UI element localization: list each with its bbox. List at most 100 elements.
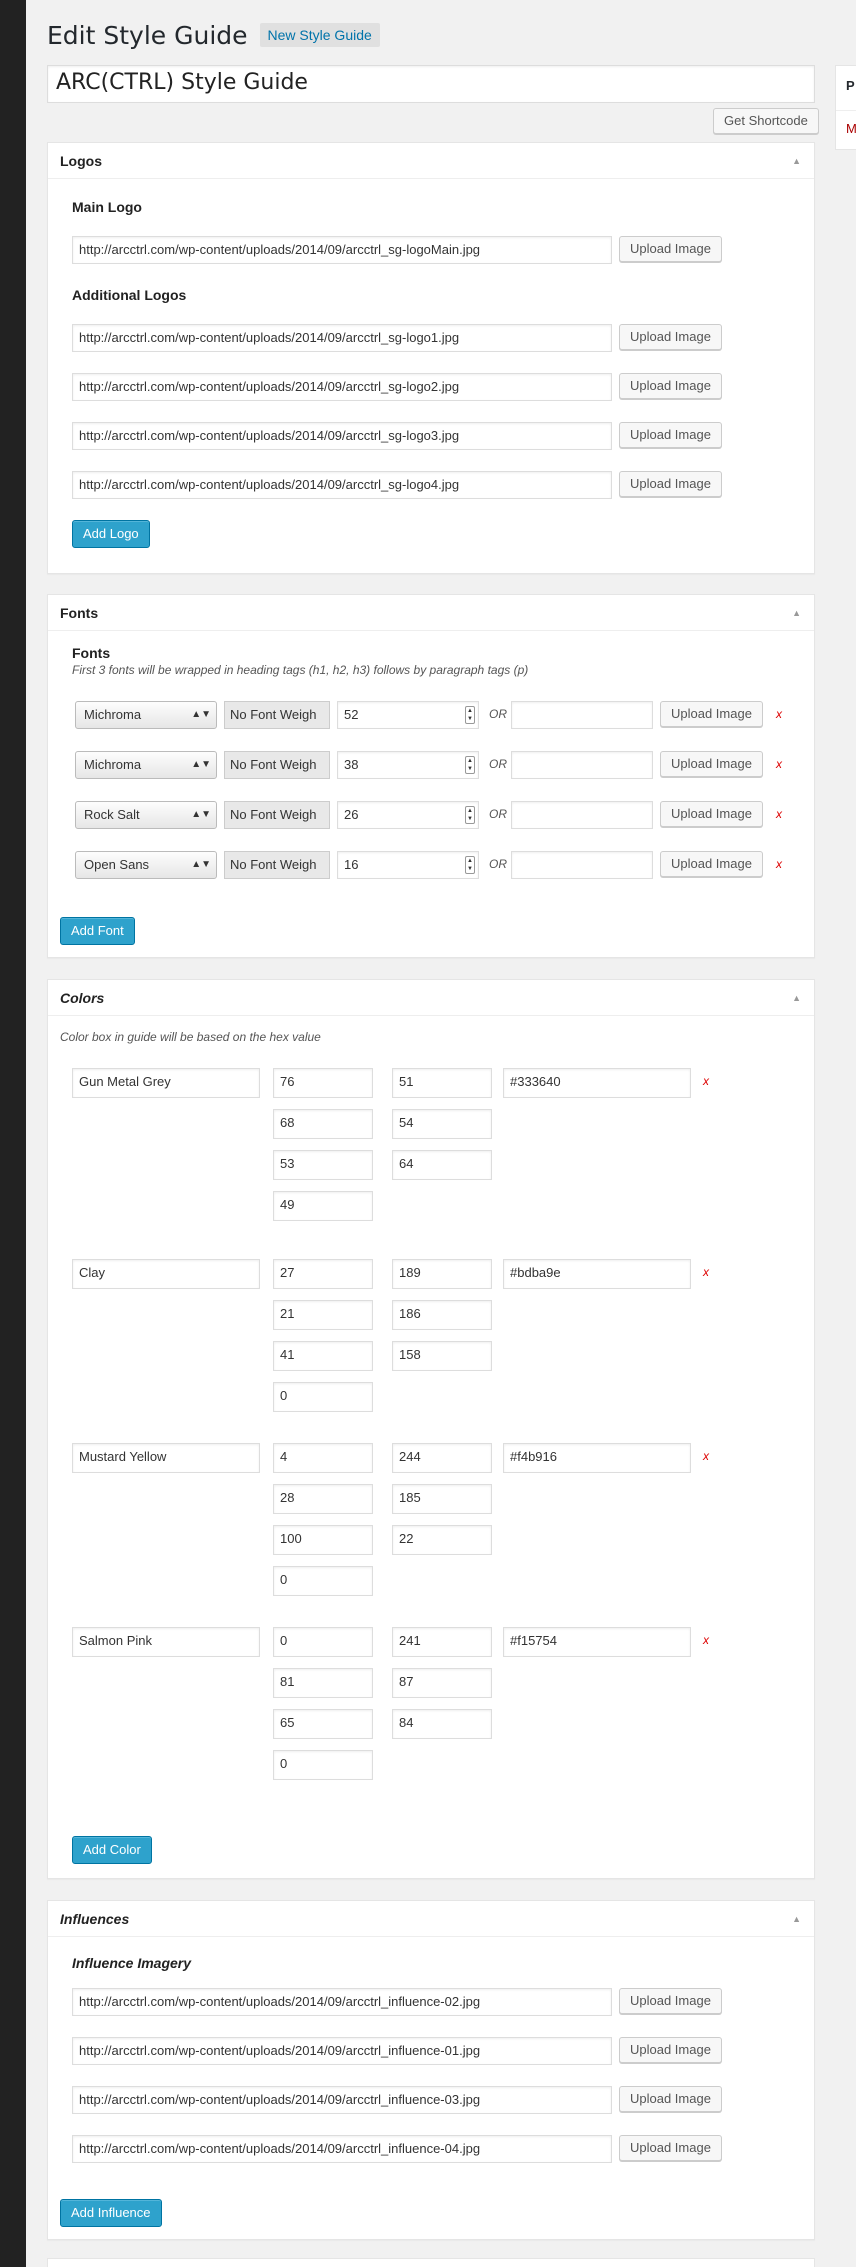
rgb-r-input-4[interactable]: 241: [392, 1627, 492, 1657]
cmyk-k-input-3[interactable]: 0: [273, 1566, 373, 1596]
logo-url-input-2[interactable]: http://arcctrl.com/wp-content/uploads/20…: [72, 373, 612, 401]
logo-upload-button-2[interactable]: Upload Image: [619, 373, 722, 399]
logo-url-input-1[interactable]: http://arcctrl.com/wp-content/uploads/20…: [72, 324, 612, 352]
logo-upload-button-3[interactable]: Upload Image: [619, 422, 722, 448]
remove-font-button-4[interactable]: x: [776, 857, 782, 871]
remove-color-button-2[interactable]: x: [703, 1265, 709, 1279]
main-logo-url-input[interactable]: http://arcctrl.com/wp-content/uploads/20…: [72, 236, 612, 264]
font-family-select-4[interactable]: Open Sans ▲▼: [75, 851, 217, 879]
font-upload-button-2[interactable]: Upload Image: [660, 751, 763, 777]
remove-font-button-2[interactable]: x: [776, 757, 782, 771]
hex-input-3[interactable]: #f4b916: [503, 1443, 691, 1473]
color-name-input-4[interactable]: Salmon Pink: [72, 1627, 260, 1657]
influence-upload-button-4[interactable]: Upload Image: [619, 2135, 722, 2161]
hex-input-2[interactable]: #bdba9e: [503, 1259, 691, 1289]
font-size-input-4[interactable]: 16 ▲ ▼: [337, 851, 479, 879]
remove-color-button-1[interactable]: x: [703, 1074, 709, 1088]
font-weight-select-1[interactable]: No Font Weigh: [224, 701, 330, 729]
logo-upload-button-4[interactable]: Upload Image: [619, 471, 722, 497]
logo-upload-button-1[interactable]: Upload Image: [619, 324, 722, 350]
stepper-icon[interactable]: ▲ ▼: [465, 756, 475, 774]
cmyk-k-input-1[interactable]: 49: [273, 1191, 373, 1221]
font-upload-button-4[interactable]: Upload Image: [660, 851, 763, 877]
publish-box-link[interactable]: M: [846, 121, 856, 136]
font-family-select-1[interactable]: Michroma ▲▼: [75, 701, 217, 729]
logo-url-input-4[interactable]: http://arcctrl.com/wp-content/uploads/20…: [72, 471, 612, 499]
hex-input-1[interactable]: #333640: [503, 1068, 691, 1098]
color-name-input-1[interactable]: Gun Metal Grey: [72, 1068, 260, 1098]
remove-color-button-3[interactable]: x: [703, 1449, 709, 1463]
font-family-select-3[interactable]: Rock Salt ▲▼: [75, 801, 217, 829]
new-style-guide-button[interactable]: New Style Guide: [259, 23, 380, 47]
main-logo-upload-button[interactable]: Upload Image: [619, 236, 722, 262]
font-weight-select-4[interactable]: No Font Weigh: [224, 851, 330, 879]
cmyk-y-input-2[interactable]: 41: [273, 1341, 373, 1371]
cmyk-m-input-4[interactable]: 81: [273, 1668, 373, 1698]
cmyk-y-input-3[interactable]: 100: [273, 1525, 373, 1555]
remove-font-button-1[interactable]: x: [776, 707, 782, 721]
rgb-r-input-2[interactable]: 189: [392, 1259, 492, 1289]
collapse-arrow-icon[interactable]: ▲: [792, 980, 801, 1016]
stepper-icon[interactable]: ▲ ▼: [465, 856, 475, 874]
font-file-input-1[interactable]: [511, 701, 653, 729]
rgb-b-input-4[interactable]: 84: [392, 1709, 492, 1739]
rgb-b-input-1[interactable]: 64: [392, 1150, 492, 1180]
remove-font-button-3[interactable]: x: [776, 807, 782, 821]
post-title-input[interactable]: ARC(CTRL) Style Guide: [47, 65, 815, 103]
remove-color-button-4[interactable]: x: [703, 1633, 709, 1647]
hex-input-4[interactable]: #f15754: [503, 1627, 691, 1657]
influence-url-input-2[interactable]: http://arcctrl.com/wp-content/uploads/20…: [72, 2037, 612, 2065]
influence-upload-button-2[interactable]: Upload Image: [619, 2037, 722, 2063]
influence-url-input-3[interactable]: http://arcctrl.com/wp-content/uploads/20…: [72, 2086, 612, 2114]
cmyk-k-input-2[interactable]: 0: [273, 1382, 373, 1412]
color-name-input-3[interactable]: Mustard Yellow: [72, 1443, 260, 1473]
font-size-input-2[interactable]: 38 ▲ ▼: [337, 751, 479, 779]
cmyk-c-input-1[interactable]: 76: [273, 1068, 373, 1098]
cmyk-k-input-4[interactable]: 0: [273, 1750, 373, 1780]
logo-url-input-3[interactable]: http://arcctrl.com/wp-content/uploads/20…: [72, 422, 612, 450]
influence-url-input-1[interactable]: http://arcctrl.com/wp-content/uploads/20…: [72, 1988, 612, 2016]
add-color-button[interactable]: Add Color: [72, 1836, 152, 1864]
stepper-icon[interactable]: ▲ ▼: [465, 806, 475, 824]
cmyk-y-input-4[interactable]: 65: [273, 1709, 373, 1739]
rgb-b-input-3[interactable]: 22: [392, 1525, 492, 1555]
rgb-r-input-3[interactable]: 244: [392, 1443, 492, 1473]
color-name-input-2[interactable]: Clay: [72, 1259, 260, 1289]
rgb-b-input-2[interactable]: 158: [392, 1341, 492, 1371]
font-weight-select-3[interactable]: No Font Weigh: [224, 801, 330, 829]
influence-upload-button-3[interactable]: Upload Image: [619, 2086, 722, 2112]
font-upload-button-1[interactable]: Upload Image: [660, 701, 763, 727]
rgb-g-input-1[interactable]: 54: [392, 1109, 492, 1139]
font-file-input-3[interactable]: [511, 801, 653, 829]
cmyk-m-input-2[interactable]: 21: [273, 1300, 373, 1330]
font-family-select-2[interactable]: Michroma ▲▼: [75, 751, 217, 779]
fonts-box-header[interactable]: Fonts ▲: [48, 595, 814, 631]
font-file-input-4[interactable]: [511, 851, 653, 879]
rgb-g-input-3[interactable]: 185: [392, 1484, 492, 1514]
collapse-arrow-icon[interactable]: ▲: [792, 595, 801, 631]
get-shortcode-button[interactable]: Get Shortcode: [713, 108, 819, 134]
colors-box-header[interactable]: Colors ▲: [48, 980, 814, 1016]
font-weight-select-2[interactable]: No Font Weigh: [224, 751, 330, 779]
rgb-r-input-1[interactable]: 51: [392, 1068, 492, 1098]
font-file-input-2[interactable]: [511, 751, 653, 779]
add-font-button[interactable]: Add Font: [60, 917, 135, 945]
font-size-input-1[interactable]: 52 ▲ ▼: [337, 701, 479, 729]
rgb-g-input-4[interactable]: 87: [392, 1668, 492, 1698]
cmyk-m-input-1[interactable]: 68: [273, 1109, 373, 1139]
rgb-g-input-2[interactable]: 186: [392, 1300, 492, 1330]
logos-box-header[interactable]: Logos ▲: [48, 143, 814, 179]
influences-box-header[interactable]: Influences ▲: [48, 1901, 814, 1937]
cmyk-y-input-1[interactable]: 53: [273, 1150, 373, 1180]
cmyk-c-input-2[interactable]: 27: [273, 1259, 373, 1289]
font-size-input-3[interactable]: 26 ▲ ▼: [337, 801, 479, 829]
add-influence-button[interactable]: Add Influence: [60, 2199, 162, 2227]
font-upload-button-3[interactable]: Upload Image: [660, 801, 763, 827]
collapse-arrow-icon[interactable]: ▲: [792, 143, 801, 179]
influence-upload-button-1[interactable]: Upload Image: [619, 1988, 722, 2014]
cmyk-c-input-4[interactable]: 0: [273, 1627, 373, 1657]
stepper-icon[interactable]: ▲ ▼: [465, 706, 475, 724]
add-logo-button[interactable]: Add Logo: [72, 520, 150, 548]
influence-url-input-4[interactable]: http://arcctrl.com/wp-content/uploads/20…: [72, 2135, 612, 2163]
collapse-arrow-icon[interactable]: ▲: [792, 1901, 801, 1937]
